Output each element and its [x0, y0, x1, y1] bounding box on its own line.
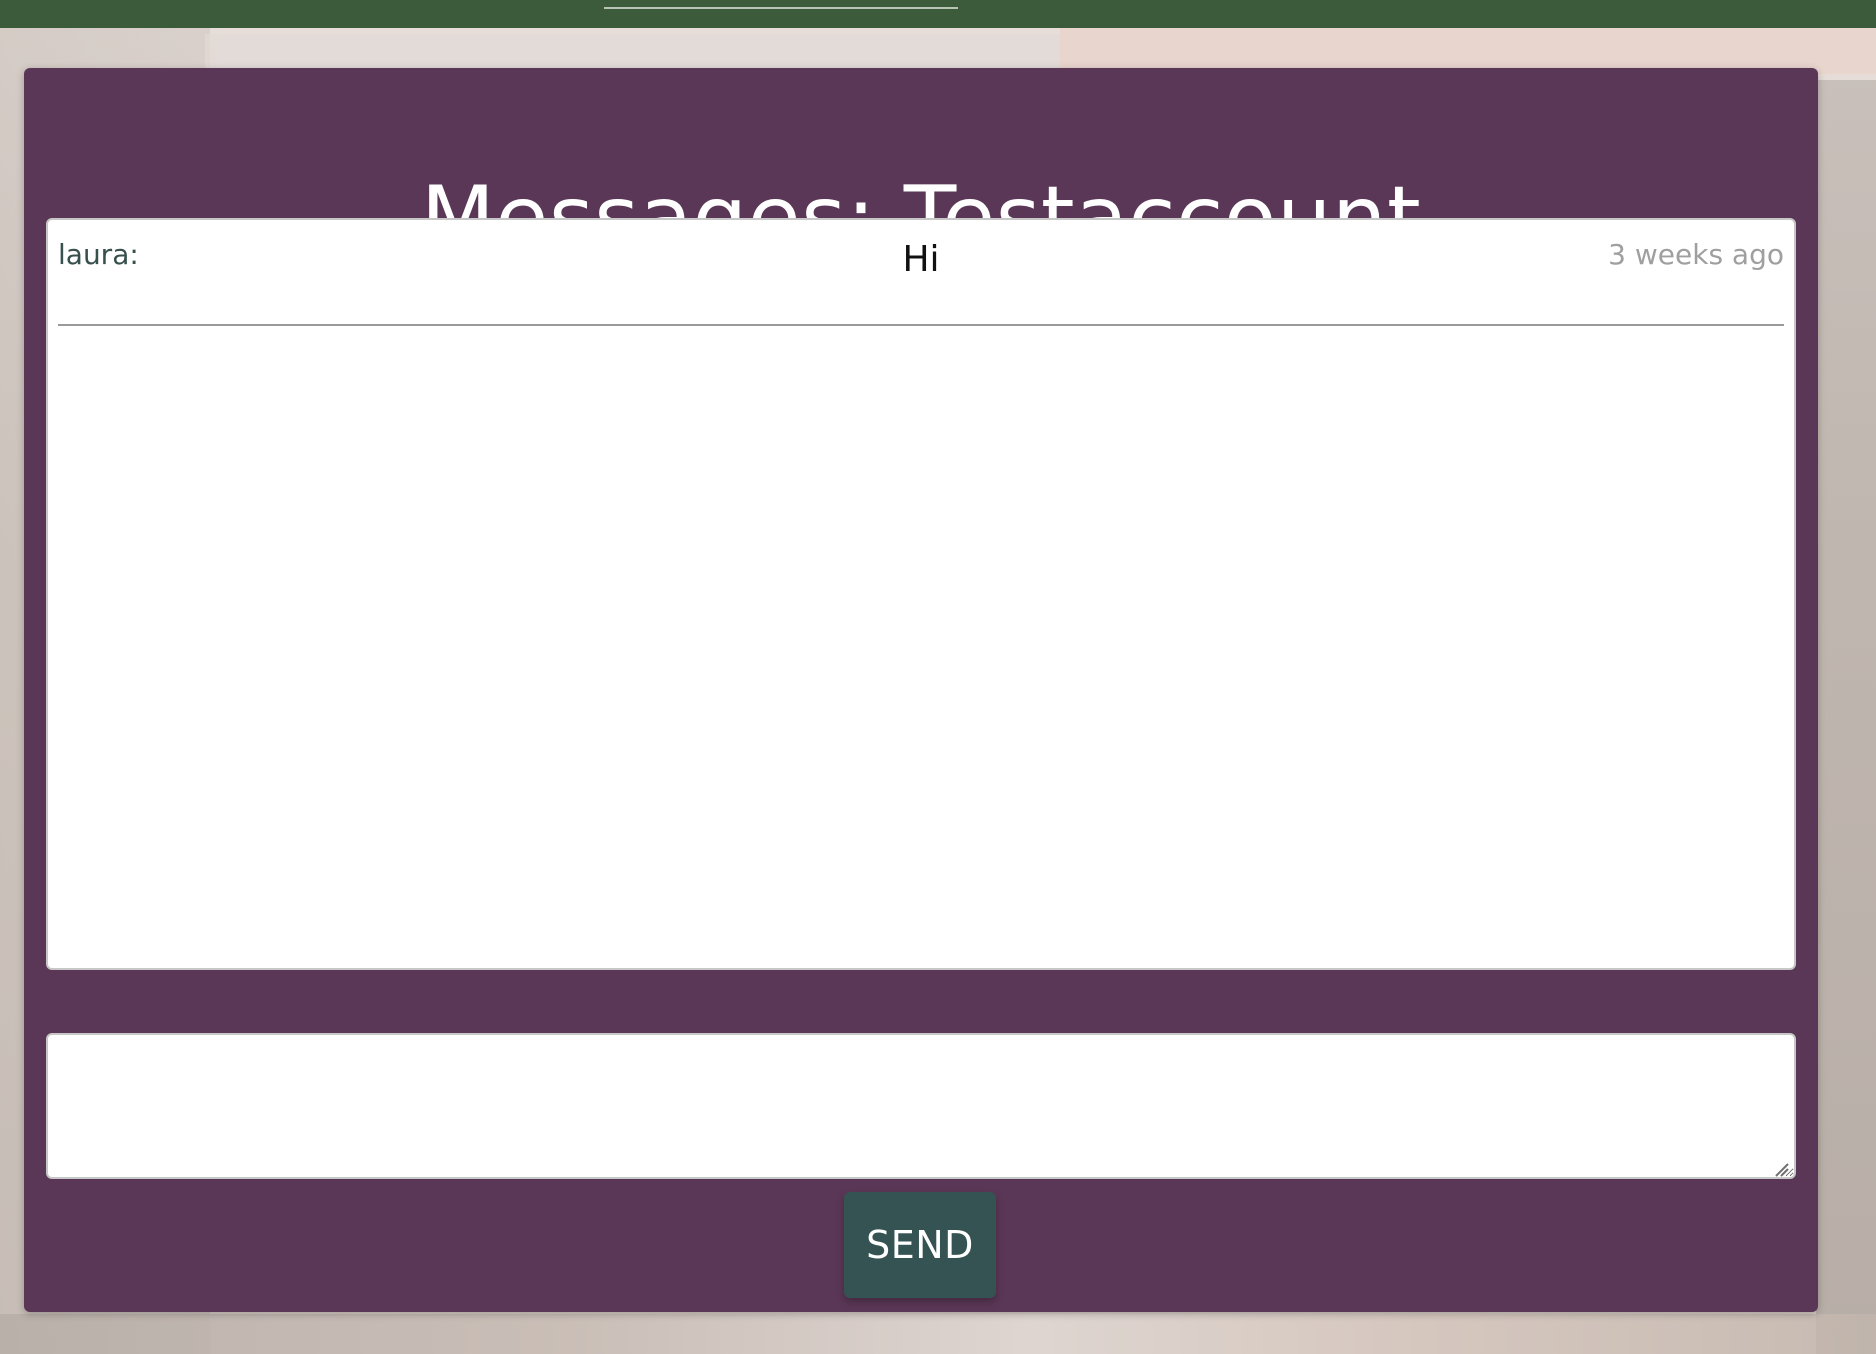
send-button[interactable]: SEND — [844, 1192, 996, 1298]
message-text: Hi — [902, 239, 940, 280]
message-row: laura: Hi 3 weeks ago — [58, 220, 1784, 326]
message-input[interactable] — [46, 1033, 1796, 1179]
top-navigation-bar — [0, 0, 1876, 28]
background-photo-bottom — [0, 1314, 1876, 1354]
message-history[interactable]: laura: Hi 3 weeks ago — [46, 218, 1796, 970]
active-nav-indicator — [604, 7, 958, 9]
message-timestamp: 3 weeks ago — [1608, 238, 1784, 271]
messages-panel: Messages: Testaccount laura: Hi 3 weeks … — [24, 68, 1818, 1312]
background-photo-right — [1816, 80, 1876, 1354]
